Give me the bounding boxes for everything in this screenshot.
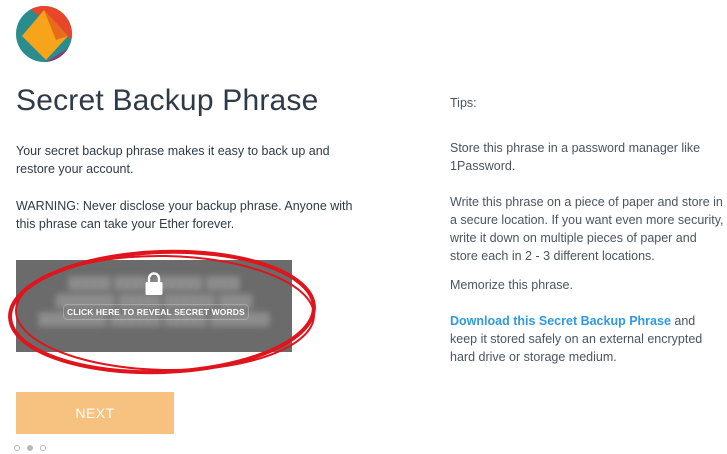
lock-icon — [145, 272, 163, 295]
page-title: Secret Backup Phrase — [16, 84, 319, 117]
next-button[interactable]: NEXT — [16, 392, 174, 434]
tips-heading: Tips: — [450, 96, 477, 110]
logo-icon — [16, 6, 72, 62]
download-backup-phrase-link[interactable]: Download this Secret Backup Phrase — [450, 314, 671, 328]
tip-item-memorize: Memorize this phrase. — [450, 278, 573, 292]
pager-dot-3 — [40, 445, 46, 451]
description-text: Your secret backup phrase makes it easy … — [16, 144, 330, 176]
pager-dot-2 — [27, 445, 33, 451]
tip-item-download: Download this Secret Backup Phrase and k… — [450, 312, 725, 366]
pager-dot-1 — [14, 445, 20, 451]
reveal-label[interactable]: CLICK HERE TO REVEAL SECRET WORDS — [63, 304, 249, 320]
tip-item-paper: Write this phrase on a piece of paper an… — [450, 195, 724, 263]
pager-dots — [14, 445, 46, 451]
warning-text: WARNING: Never disclose your backup phra… — [16, 199, 353, 231]
tip-item-password-manager: Store this phrase in a password manager … — [450, 141, 701, 173]
page: Secret Backup Phrase Your secret backup … — [0, 0, 727, 454]
